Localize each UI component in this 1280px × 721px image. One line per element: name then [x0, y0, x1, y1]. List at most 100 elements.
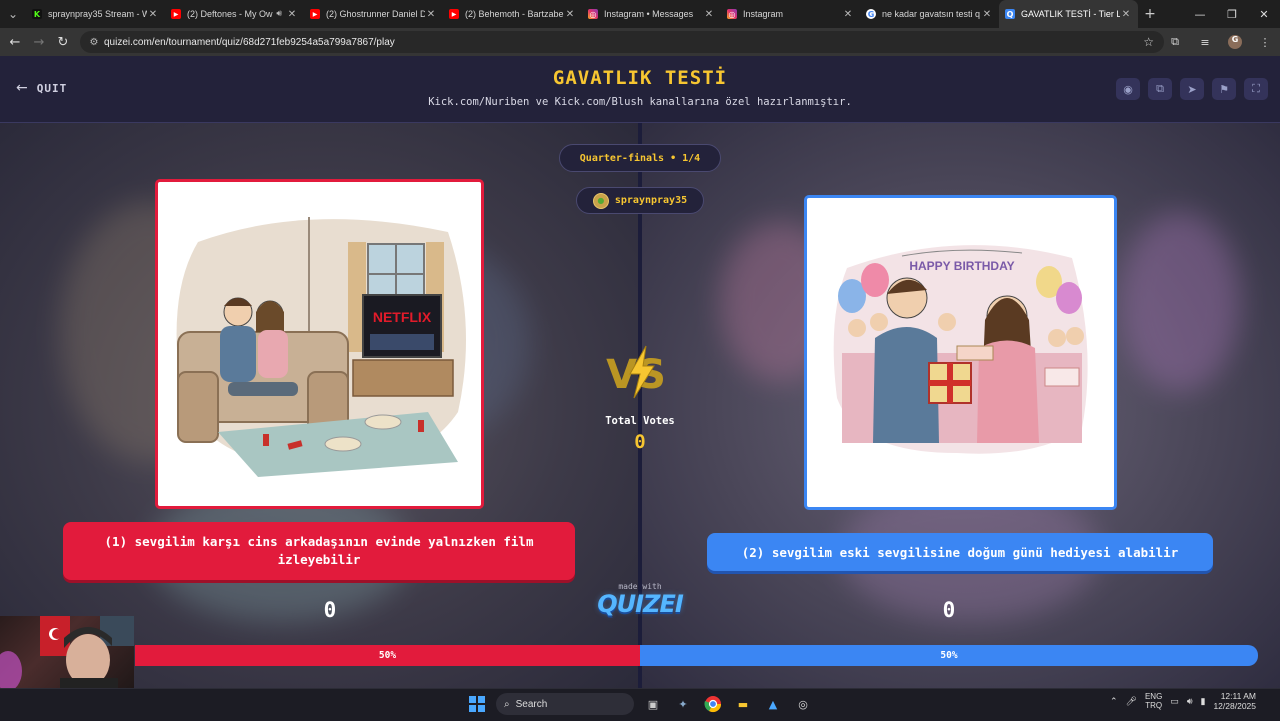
browser-tab-bar: ⌄ K spraynpray35 Stream - W ✕ ▶ (2) Deft… — [0, 0, 1280, 28]
lang-top: ENG — [1144, 692, 1163, 701]
browser-tab-active[interactable]: Q GAVATLIK TESTİ - Tier List ✕ — [999, 0, 1138, 28]
audio-playing-icon[interactable]: 🔊︎ — [276, 9, 282, 19]
round-badge: Quarter-finals • 1/4 — [559, 144, 721, 172]
search-placeholder: Search — [515, 698, 548, 710]
reload-icon[interactable]: ↻ — [51, 28, 75, 56]
browser-tab[interactable]: ◎ Instagram ✕ — [721, 0, 860, 28]
instagram-icon: ◎ — [588, 9, 598, 19]
option-1-vote-count: 0 — [323, 598, 337, 622]
instagram-icon: ◎ — [727, 9, 737, 19]
minimize-icon[interactable]: — — [1184, 0, 1216, 28]
extensions-icon[interactable]: ⧉ — [1160, 35, 1190, 49]
language-indicator[interactable]: ENG TRQ — [1145, 692, 1162, 710]
birthday-gift-illustration: HAPPY BIRTHDAY — [833, 245, 1088, 454]
username: spraynpray35 — [614, 195, 688, 206]
profile-avatar[interactable]: G — [1228, 35, 1242, 49]
lang-bottom: TRQ — [1145, 701, 1163, 710]
browser-tab[interactable]: ▶ (2) Ghostrunner Daniel D ✕ — [304, 0, 443, 28]
close-tab-icon[interactable]: ✕ — [842, 9, 854, 20]
browser-tab[interactable]: K spraynpray35 Stream - W ✕ — [26, 0, 165, 28]
total-votes-value: 0 — [634, 431, 646, 453]
tab-search-icon[interactable]: ⌄ — [0, 0, 26, 28]
clock-time: 12:11 AM — [1220, 691, 1256, 701]
tray-chevron-icon[interactable]: ⌃ — [1110, 696, 1118, 707]
birthday-banner-text: HAPPY BIRTHDAY — [909, 259, 1014, 273]
option-1-button[interactable]: (1) sevgilim karşı cins arkadaşının evin… — [63, 522, 575, 580]
browser-tab[interactable]: ▶ (2) Deftones - My Ow 🔊︎ ✕ — [165, 0, 304, 28]
site-info-icon[interactable]: ⚙ — [84, 37, 104, 48]
page-subtitle: Kick.com/Nuriben ve Kick.com/Blush kanal… — [428, 96, 852, 108]
system-tray: ⌃ 🎤︎ ENG TRQ ▭ 🔊︎ ▮ 12:11 AM 12/28/2025 — [1110, 691, 1274, 711]
close-tab-icon[interactable]: ✕ — [703, 9, 715, 20]
close-tab-icon[interactable]: ✕ — [286, 9, 298, 20]
google-icon: G — [866, 9, 876, 19]
youtube-icon: ▶ — [310, 9, 320, 19]
url-text[interactable]: quizei.com/en/tournament/quiz/68d271feb9… — [104, 37, 395, 48]
youtube-icon: ▶ — [171, 9, 181, 19]
volume-icon[interactable]: 🔊︎ — [1187, 696, 1193, 707]
eye-icon[interactable]: ◉ — [1116, 78, 1140, 100]
option-1-image-card[interactable]: NETFLIX — [155, 179, 484, 509]
quizei-logo[interactable]: QUIZEI — [580, 590, 700, 618]
new-tab-icon[interactable]: + — [1138, 6, 1162, 22]
browser-toolbar: ← → ↻ ⚙ quizei.com/en/tournament/quiz/68… — [0, 28, 1280, 56]
browser-tab[interactable]: G ne kadar gavatsın testi q ✕ — [860, 0, 999, 28]
search-icon: ⌕ — [504, 698, 510, 710]
browser-menu-icon[interactable]: ⋮ — [1250, 36, 1280, 49]
clock-date: 12/28/2025 — [1213, 701, 1256, 711]
quiz-header: ← QUIT GAVATLIK TESTİ Kick.com/Nuriben v… — [0, 56, 1280, 123]
option-1-percent-bar: 50% — [135, 645, 640, 666]
windows-taskbar: ⌕ Search ▣ ✦ ▬ ▲ ◎ ⌃ 🎤︎ ENG TRQ ▭ 🔊︎ ▮ 1… — [0, 688, 1280, 721]
report-flag-icon[interactable]: ⚑ — [1212, 78, 1236, 100]
media-controls-icon[interactable]: ≡ — [1190, 36, 1220, 49]
file-explorer-icon[interactable]: ▬ — [732, 693, 754, 715]
share-icon[interactable]: ➤ — [1180, 78, 1204, 100]
user-avatar: ● — [592, 192, 609, 209]
bookmark-star-icon[interactable]: ☆ — [1143, 35, 1154, 49]
copilot-icon[interactable]: ✦ — [672, 693, 694, 715]
copy-link-icon[interactable]: ⧉ — [1148, 78, 1172, 100]
youtube-icon: ▶ — [449, 9, 459, 19]
obs-icon[interactable]: ◎ — [792, 693, 814, 715]
photos-icon[interactable]: ▲ — [762, 693, 784, 715]
back-icon[interactable]: ← — [3, 28, 27, 56]
chrome-icon[interactable] — [702, 693, 724, 715]
kick-icon: K — [32, 9, 42, 19]
option-2-percent-bar: 50% — [640, 645, 1258, 666]
restore-icon[interactable]: ❐ — [1216, 0, 1248, 28]
user-badge: ● spraynpray35 — [576, 187, 704, 214]
window-controls: — ❐ ✕ — [1184, 0, 1280, 28]
close-tab-icon[interactable]: ✕ — [564, 9, 576, 20]
quiz-page: ← QUIT GAVATLIK TESTİ Kick.com/Nuriben v… — [0, 56, 1280, 688]
battery-icon[interactable]: ▮ — [1201, 696, 1206, 707]
page-title: GAVATLIK TESTİ — [552, 67, 728, 89]
tv-netflix-text: NETFLIX — [373, 309, 432, 325]
close-tab-icon[interactable]: ✕ — [981, 9, 993, 20]
close-tab-icon[interactable]: ✕ — [1120, 9, 1132, 20]
system-clock[interactable]: 12:11 AM 12/28/2025 — [1213, 691, 1256, 711]
taskbar-search[interactable]: ⌕ Search — [496, 693, 634, 715]
forward-icon[interactable]: → — [27, 28, 51, 56]
streamer-webcam — [0, 616, 134, 688]
close-tab-icon[interactable]: ✕ — [425, 9, 437, 20]
total-votes-label: Total Votes — [605, 415, 675, 427]
task-view-icon[interactable]: ▣ — [642, 693, 664, 715]
fullscreen-icon[interactable]: ⛶ — [1244, 78, 1268, 100]
close-window-icon[interactable]: ✕ — [1248, 0, 1280, 28]
browser-tab[interactable]: ◎ Instagram • Messages ✕ — [582, 0, 721, 28]
taskbar-apps: ⌕ Search ▣ ✦ ▬ ▲ ◎ — [466, 693, 814, 715]
microphone-icon[interactable]: 🎤︎ — [1126, 696, 1137, 707]
address-bar[interactable]: ⚙ quizei.com/en/tournament/quiz/68d271fe… — [80, 31, 1164, 53]
browser-tab[interactable]: ▶ (2) Behemoth - Bartzabel ✕ — [443, 0, 582, 28]
network-icon[interactable]: ▭ — [1170, 696, 1179, 707]
windows-start-icon[interactable] — [466, 693, 488, 715]
couple-watching-tv-illustration: NETFLIX — [176, 217, 467, 477]
header-actions: ◉ ⧉ ➤ ⚑ ⛶ — [1116, 78, 1268, 100]
close-tab-icon[interactable]: ✕ — [147, 9, 159, 20]
option-2-button[interactable]: (2) sevgilim eski sevgilisine doğum günü… — [707, 533, 1213, 571]
versus-icon: VS — [606, 345, 666, 399]
option-2-image-card[interactable]: HAPPY BIRTHDAY — [804, 195, 1117, 510]
webcam-video — [0, 616, 134, 688]
browser-right-tools: ⧉ ≡ G ⋮ — [1160, 28, 1280, 56]
option-2-vote-count: 0 — [942, 598, 956, 622]
